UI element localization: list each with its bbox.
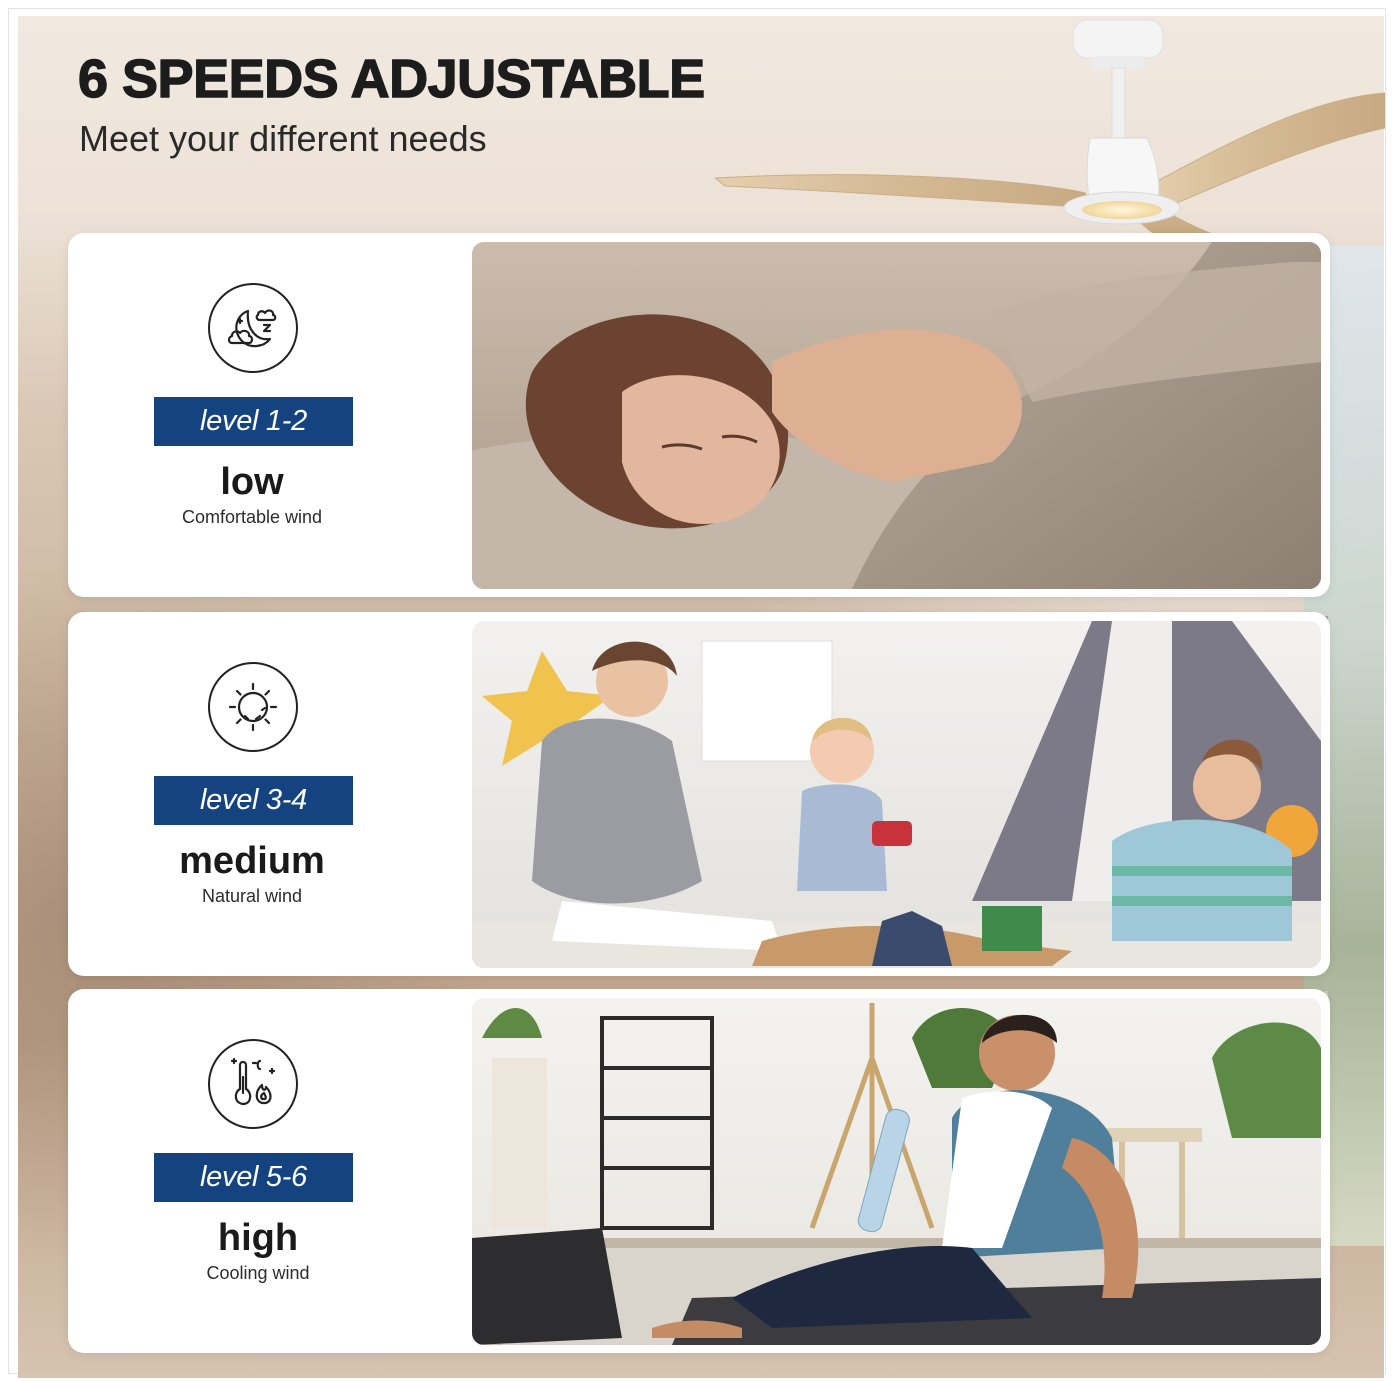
speed-info-panel: level 1-2 low Comfortable wind: [68, 233, 436, 597]
moon-cloud-sleep-icon: [208, 283, 298, 373]
thermometer-heat-icon: [208, 1039, 298, 1129]
speed-name: high: [217, 1217, 299, 1259]
speed-card-high: level 5-6 high Cooling wind: [68, 989, 1330, 1353]
family-playing-photo: [472, 621, 1321, 968]
level-badge: level 3-4: [154, 776, 353, 825]
speed-name: low: [220, 461, 284, 503]
man-resting-after-workout-photo: [472, 998, 1321, 1345]
level-badge: level 1-2: [154, 397, 353, 446]
level-badge: level 5-6: [154, 1153, 353, 1202]
sun-icon: [208, 662, 298, 752]
speed-name: medium: [179, 840, 325, 882]
headline-subtitle: Meet your different needs: [79, 118, 487, 159]
speed-info-panel: level 5-6 high Cooling wind: [68, 989, 436, 1353]
speed-info-panel: level 3-4 medium Natural wind: [68, 612, 436, 976]
woman-sleeping-photo: [472, 242, 1321, 589]
headline-title: 6 SPEEDS ADJUSTABLE: [77, 48, 706, 109]
speed-card-medium: level 3-4 medium Natural wind: [68, 612, 1330, 976]
speed-description: Cooling wind: [206, 1263, 310, 1283]
speed-description: Natural wind: [201, 886, 303, 906]
speed-description: Comfortable wind: [181, 507, 323, 527]
speed-card-low: level 1-2 low Comfortable wind: [68, 233, 1330, 597]
